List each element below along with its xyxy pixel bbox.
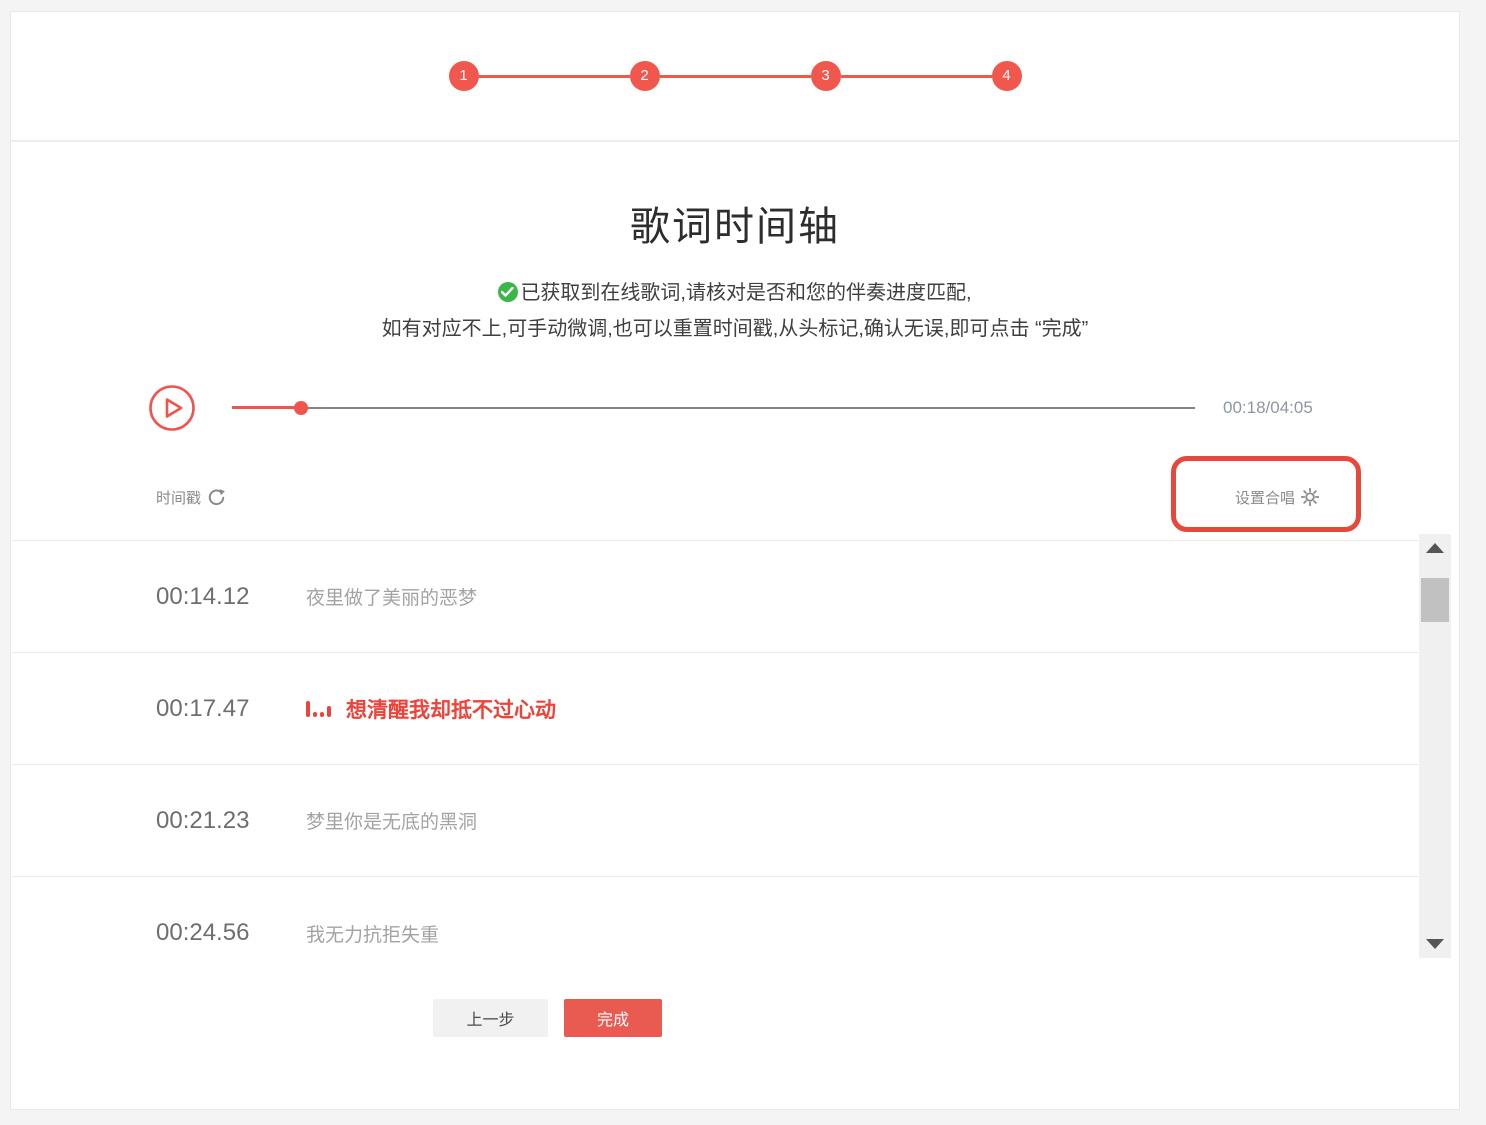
audio-player: 00:18/04:05 — [148, 384, 1313, 432]
time-display: 00:18/04:05 — [1223, 398, 1313, 418]
lyric-row-active[interactable]: 00:17.47 想清醒我却抵不过心动 — [11, 653, 1419, 765]
play-icon — [148, 384, 196, 432]
progress-played — [232, 406, 301, 409]
equalizer-icon — [306, 700, 331, 717]
triangle-up-icon — [1426, 543, 1444, 553]
description-line-2: 如有对应不上,可手动微调,也可以重置时间戳,从头标记,确认无误,即可点击 “完成… — [11, 312, 1459, 341]
step-4[interactable]: 4 — [992, 61, 1022, 91]
description-line-1: 已获取到在线歌词,请核对是否和您的伴奏进度匹配, — [11, 276, 1459, 305]
chorus-settings-button[interactable]: 设置合唱 — [1235, 487, 1319, 508]
lyric-timestamp: 00:24.56 — [156, 919, 306, 947]
lyric-text: 梦里你是无底的黑洞 — [306, 807, 477, 834]
step-connector — [660, 75, 811, 78]
lyric-timestamp: 00:17.47 — [156, 695, 306, 723]
scrollbar-track[interactable] — [1419, 534, 1451, 958]
gear-icon — [1301, 488, 1319, 506]
lyric-timestamp: 00:14.12 — [156, 583, 306, 611]
lyric-text: 我无力抗拒失重 — [306, 920, 439, 947]
wizard-stepper: 1 2 3 4 — [11, 12, 1459, 140]
lyric-text: 夜里做了美丽的恶梦 — [306, 583, 477, 610]
lyric-row[interactable]: 00:14.12 夜里做了美丽的恶梦 — [11, 541, 1419, 653]
scroll-up-button[interactable] — [1419, 536, 1451, 560]
chorus-label: 设置合唱 — [1235, 487, 1295, 508]
step-2[interactable]: 2 — [630, 61, 660, 91]
triangle-down-icon — [1426, 939, 1444, 949]
lyric-row[interactable]: 00:21.23 梦里你是无底的黑洞 — [11, 765, 1419, 877]
lyric-timestamp: 00:21.23 — [156, 807, 306, 835]
step-3[interactable]: 3 — [811, 61, 841, 91]
page-title: 歌词时间轴 — [11, 194, 1459, 252]
lyrics-list: 00:14.12 夜里做了美丽的恶梦 00:17.47 想清醒我却抵不过心动 0… — [11, 540, 1419, 989]
finish-button[interactable]: 完成 — [564, 999, 662, 1037]
step-connector — [841, 75, 992, 78]
check-circle-icon — [498, 282, 518, 302]
main-card: 1 2 3 4 歌词时间轴 已获取到在线歌词,请核对是否和您的伴奏进度匹配, 如… — [10, 11, 1460, 1110]
step-1[interactable]: 1 — [449, 61, 479, 91]
toolbar: 时间戳 设置合唱 — [156, 482, 1319, 512]
step-connector — [479, 75, 630, 78]
play-button[interactable] — [148, 384, 196, 432]
lyric-row[interactable]: 00:24.56 我无力抗拒失重 — [11, 877, 1419, 989]
scrollbar-thumb[interactable] — [1421, 578, 1449, 622]
scroll-down-button[interactable] — [1419, 932, 1451, 956]
section-divider — [10, 140, 1460, 142]
progress-track[interactable] — [232, 407, 1195, 409]
description-text-1: 已获取到在线歌词,请核对是否和您的伴奏进度匹配, — [520, 282, 971, 304]
timestamp-reset-button[interactable]: 时间戳 — [156, 487, 226, 508]
progress-handle[interactable] — [294, 401, 308, 415]
timestamp-label: 时间戳 — [156, 487, 201, 508]
reset-icon — [207, 488, 226, 507]
previous-step-button[interactable]: 上一步 — [433, 999, 548, 1037]
lyric-text: 想清醒我却抵不过心动 — [346, 694, 556, 724]
